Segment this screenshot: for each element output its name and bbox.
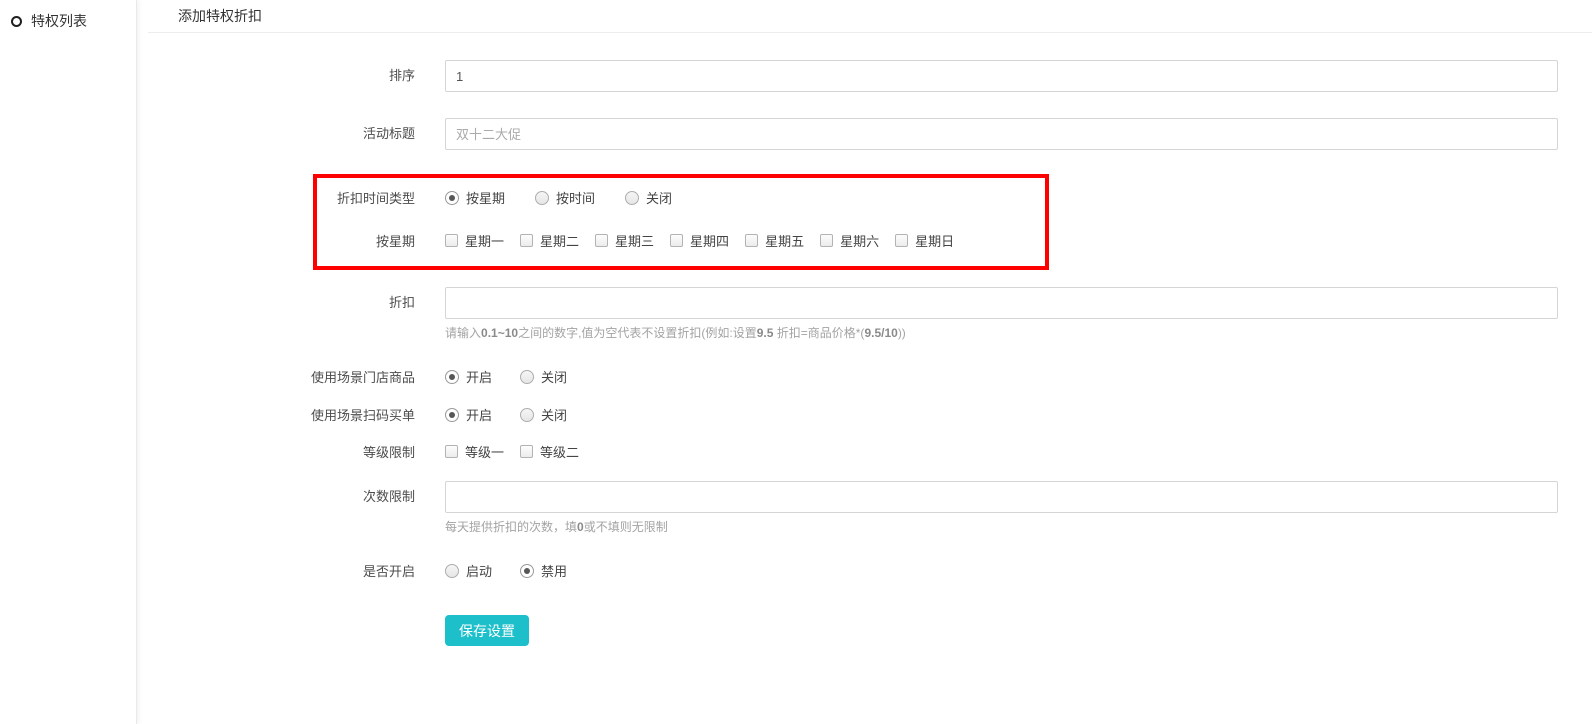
checkbox-option-monday[interactable]: 星期一: [445, 231, 504, 250]
radio-icon[interactable]: [520, 564, 534, 578]
weekdays-label: 按星期: [317, 231, 415, 250]
checkbox-icon[interactable]: [820, 234, 833, 247]
radio-icon[interactable]: [445, 191, 459, 205]
scene-scan-label: 使用场景扫码买单: [148, 405, 415, 424]
checkbox-option-saturday[interactable]: 星期六: [820, 231, 879, 250]
count-limit-hint: 每天提供折扣的次数，填0或不填则无限制: [445, 519, 1558, 535]
checkbox-icon[interactable]: [520, 445, 533, 458]
checkbox-option-level-2[interactable]: 等级二: [520, 442, 579, 461]
radio-option-store-on[interactable]: 开启: [445, 367, 492, 386]
radio-label: 启动: [466, 561, 492, 580]
title-label: 活动标题: [148, 118, 415, 150]
checkbox-icon[interactable]: [895, 234, 908, 247]
radio-icon[interactable]: [445, 370, 459, 384]
sort-input[interactable]: [445, 60, 1558, 92]
checkbox-option-friday[interactable]: 星期五: [745, 231, 804, 250]
radio-icon[interactable]: [520, 370, 534, 384]
enabled-label: 是否开启: [148, 561, 415, 580]
checkbox-option-level-1[interactable]: 等级一: [445, 442, 504, 461]
checkbox-label: 星期六: [840, 231, 879, 250]
radio-label: 按时间: [556, 188, 595, 207]
level-limit-label: 等级限制: [148, 442, 415, 461]
checkbox-option-tuesday[interactable]: 星期二: [520, 231, 579, 250]
form-row-level-limit: 等级限制 等级一 等级二: [148, 442, 1592, 461]
discount-input[interactable]: [445, 287, 1558, 319]
form-row-discount: 折扣 请输入0.1~10之间的数字,值为空代表不设置折扣(例如:设置9.5 折扣…: [148, 287, 1592, 341]
form-row-scene-store: 使用场景门店商品 开启 关闭: [148, 367, 1592, 386]
checkbox-label: 星期一: [465, 231, 504, 250]
main-content: 添加特权折扣 排序 活动标题 折扣时间类型 按星期: [148, 0, 1592, 646]
form-row-sort: 排序: [148, 60, 1592, 92]
radio-option-closed[interactable]: 关闭: [625, 188, 672, 207]
count-limit-label: 次数限制: [148, 481, 415, 535]
sort-label: 排序: [148, 60, 415, 92]
add-discount-form: 排序 活动标题 折扣时间类型 按星期: [148, 33, 1592, 646]
sidebar: 特权列表: [0, 0, 137, 724]
checkbox-label: 星期四: [690, 231, 729, 250]
checkbox-label: 星期日: [915, 231, 954, 250]
checkbox-icon[interactable]: [445, 445, 458, 458]
radio-icon[interactable]: [625, 191, 639, 205]
checkbox-icon[interactable]: [595, 234, 608, 247]
checkbox-icon[interactable]: [745, 234, 758, 247]
discount-label: 折扣: [148, 287, 415, 341]
form-row-weekdays: 按星期 星期一 星期二 星期三: [317, 231, 1045, 250]
radio-label: 关闭: [541, 367, 567, 386]
scene-store-label: 使用场景门店商品: [148, 367, 415, 386]
radio-option-disable[interactable]: 禁用: [520, 561, 567, 580]
radio-label: 关闭: [541, 405, 567, 424]
form-row-enabled: 是否开启 启动 禁用: [148, 561, 1592, 580]
radio-option-by-time[interactable]: 按时间: [535, 188, 595, 207]
checkbox-label: 星期五: [765, 231, 804, 250]
save-settings-button[interactable]: 保存设置: [445, 615, 529, 646]
radio-icon[interactable]: [535, 191, 549, 205]
checkbox-icon[interactable]: [445, 234, 458, 247]
radio-option-scan-off[interactable]: 关闭: [520, 405, 567, 424]
annotation-highlight-box: 折扣时间类型 按星期 按时间 关闭: [313, 174, 1049, 270]
count-limit-input[interactable]: [445, 481, 1558, 513]
radio-label: 关闭: [646, 188, 672, 207]
radio-option-scan-on[interactable]: 开启: [445, 405, 492, 424]
radio-label: 开启: [466, 367, 492, 386]
circle-icon: [11, 16, 22, 27]
radio-label: 按星期: [466, 188, 505, 207]
radio-icon[interactable]: [445, 408, 459, 422]
checkbox-icon[interactable]: [670, 234, 683, 247]
checkbox-option-sunday[interactable]: 星期日: [895, 231, 954, 250]
sidebar-item-privilege-list[interactable]: 特权列表: [0, 0, 136, 42]
radio-option-store-off[interactable]: 关闭: [520, 367, 567, 386]
discount-hint: 请输入0.1~10之间的数字,值为空代表不设置折扣(例如:设置9.5 折扣=商品…: [445, 325, 1558, 341]
form-row-count-limit: 次数限制 每天提供折扣的次数，填0或不填则无限制: [148, 481, 1592, 535]
form-row-time-type: 折扣时间类型 按星期 按时间 关闭: [317, 188, 1045, 207]
radio-label: 禁用: [541, 561, 567, 580]
radio-icon[interactable]: [520, 408, 534, 422]
radio-icon[interactable]: [445, 564, 459, 578]
checkbox-label: 等级一: [465, 442, 504, 461]
checkbox-label: 星期二: [540, 231, 579, 250]
checkbox-label: 等级二: [540, 442, 579, 461]
checkbox-option-wednesday[interactable]: 星期三: [595, 231, 654, 250]
time-type-label: 折扣时间类型: [317, 188, 415, 207]
radio-option-by-week[interactable]: 按星期: [445, 188, 505, 207]
activity-title-input[interactable]: [445, 118, 1558, 150]
form-row-scene-scan: 使用场景扫码买单 开启 关闭: [148, 405, 1592, 424]
checkbox-icon[interactable]: [520, 234, 533, 247]
page-title: 添加特权折扣: [148, 0, 1592, 33]
radio-label: 开启: [466, 405, 492, 424]
radio-option-enable[interactable]: 启动: [445, 561, 492, 580]
form-row-save: 保存设置: [148, 615, 1592, 646]
checkbox-option-thursday[interactable]: 星期四: [670, 231, 729, 250]
checkbox-label: 星期三: [615, 231, 654, 250]
form-row-title: 活动标题: [148, 118, 1592, 150]
sidebar-item-label: 特权列表: [31, 11, 87, 31]
